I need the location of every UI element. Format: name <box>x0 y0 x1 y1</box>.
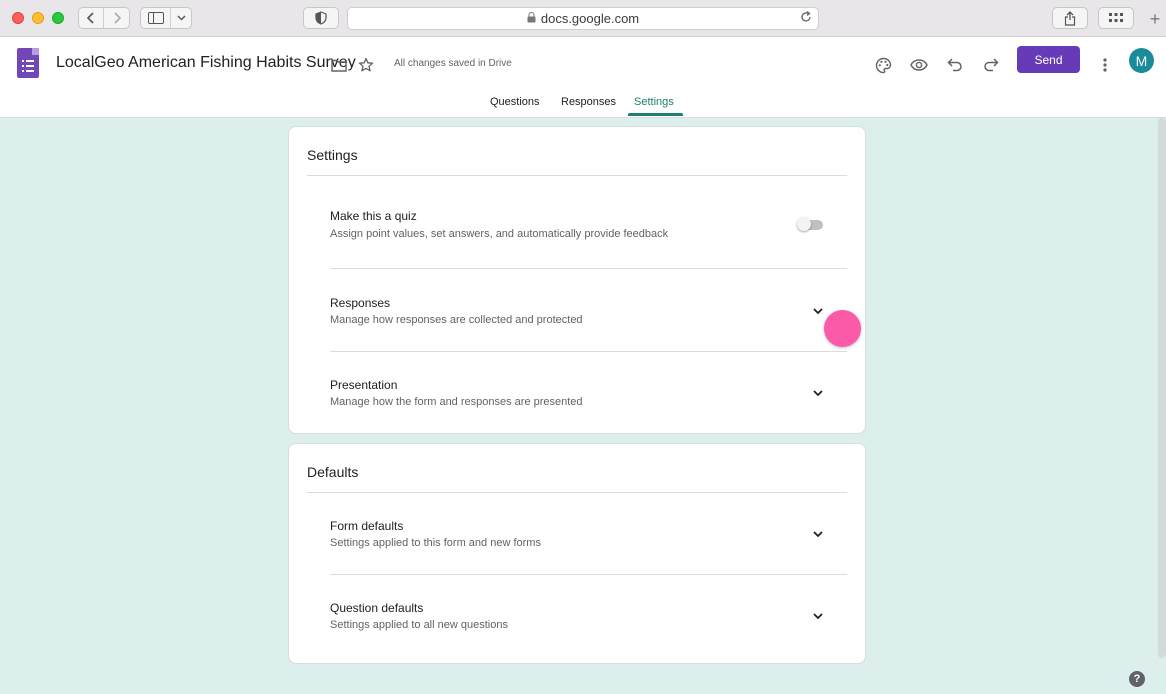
scrollbar[interactable] <box>1158 118 1166 658</box>
window-zoom-button[interactable] <box>52 12 64 24</box>
setting-title: Presentation <box>330 378 398 392</box>
divider <box>330 268 847 269</box>
chevron-down-icon[interactable] <box>808 301 828 321</box>
setting-description: Assign point values, set answers, and au… <box>330 228 669 240</box>
divider <box>330 351 847 352</box>
form-title[interactable]: LocalGeo American Fishing Habits Survey <box>56 54 356 72</box>
chevron-down-icon[interactable] <box>808 606 828 626</box>
divider <box>330 574 847 575</box>
setting-description: Settings applied to all new questions <box>330 619 508 631</box>
send-button[interactable]: Send <box>1017 46 1080 73</box>
divider <box>307 175 847 176</box>
chevron-down-icon <box>177 15 185 21</box>
setting-description: Manage how responses are collected and p… <box>330 314 583 326</box>
chevron-down-icon[interactable] <box>808 383 828 403</box>
share-icon <box>1064 10 1076 26</box>
forms-header: LocalGeo American Fishing Habits Survey … <box>0 37 1166 118</box>
window-minimize-button[interactable] <box>32 12 44 24</box>
sidebar-menu-button[interactable] <box>171 8 191 28</box>
lock-icon <box>527 11 536 26</box>
pointer-indicator <box>824 310 861 347</box>
chevron-down-icon[interactable] <box>808 524 828 544</box>
settings-card-title: Settings <box>307 147 358 163</box>
sidebar-icon <box>147 12 164 24</box>
redo-icon[interactable] <box>980 54 1002 76</box>
defaults-card-title: Defaults <box>307 464 359 480</box>
chevron-left-icon <box>86 12 94 24</box>
window-close-button[interactable] <box>12 12 24 24</box>
history-nav <box>78 7 130 29</box>
tab-questions[interactable]: Questions <box>490 96 540 108</box>
preview-eye-icon[interactable] <box>908 54 930 76</box>
star-icon[interactable] <box>355 54 377 76</box>
tab-responses[interactable]: Responses <box>561 96 616 108</box>
address-bar[interactable]: docs.google.com <box>347 7 819 30</box>
grid-icon <box>1109 13 1123 22</box>
more-vert-icon[interactable] <box>1094 54 1116 76</box>
url-text: docs.google.com <box>540 11 640 26</box>
sidebar-toggle-button[interactable] <box>141 8 171 28</box>
back-button[interactable] <box>79 8 104 28</box>
quiz-toggle[interactable] <box>797 217 825 231</box>
setting-description: Manage how the form and responses are pr… <box>330 396 583 408</box>
setting-description: Settings applied to this form and new fo… <box>330 537 541 549</box>
new-tab-button[interactable]: + <box>1144 5 1166 33</box>
reload-icon[interactable] <box>800 10 812 26</box>
folder-icon[interactable] <box>328 54 350 76</box>
active-tab-indicator <box>628 113 683 116</box>
setting-title: Make this a quiz <box>330 209 417 223</box>
avatar[interactable]: M <box>1129 48 1154 73</box>
shield-icon <box>315 11 327 25</box>
privacy-report-button[interactable] <box>303 7 339 29</box>
undo-icon[interactable] <box>944 54 966 76</box>
setting-title: Form defaults <box>330 519 404 533</box>
forward-button[interactable] <box>104 8 129 28</box>
setting-title: Responses <box>330 296 391 310</box>
tab-settings[interactable]: Settings <box>634 96 674 108</box>
sidebar-group <box>140 7 192 29</box>
tab-overview-button[interactable] <box>1098 7 1134 29</box>
help-icon[interactable]: ? <box>1129 671 1145 687</box>
setting-title: Question defaults <box>330 601 424 615</box>
settings-card: Settings Make this a quiz Assign point v… <box>288 126 866 434</box>
palette-icon[interactable] <box>872 54 894 76</box>
divider <box>307 492 847 493</box>
save-status: All changes saved in Drive <box>394 58 512 69</box>
plus-icon: + <box>1149 8 1161 29</box>
share-button[interactable] <box>1052 7 1088 29</box>
browser-toolbar: docs.google.com + <box>0 0 1166 37</box>
chevron-right-icon <box>113 12 121 24</box>
forms-logo-icon[interactable] <box>17 48 39 78</box>
defaults-card: Defaults Form defaults Settings applied … <box>288 443 866 664</box>
